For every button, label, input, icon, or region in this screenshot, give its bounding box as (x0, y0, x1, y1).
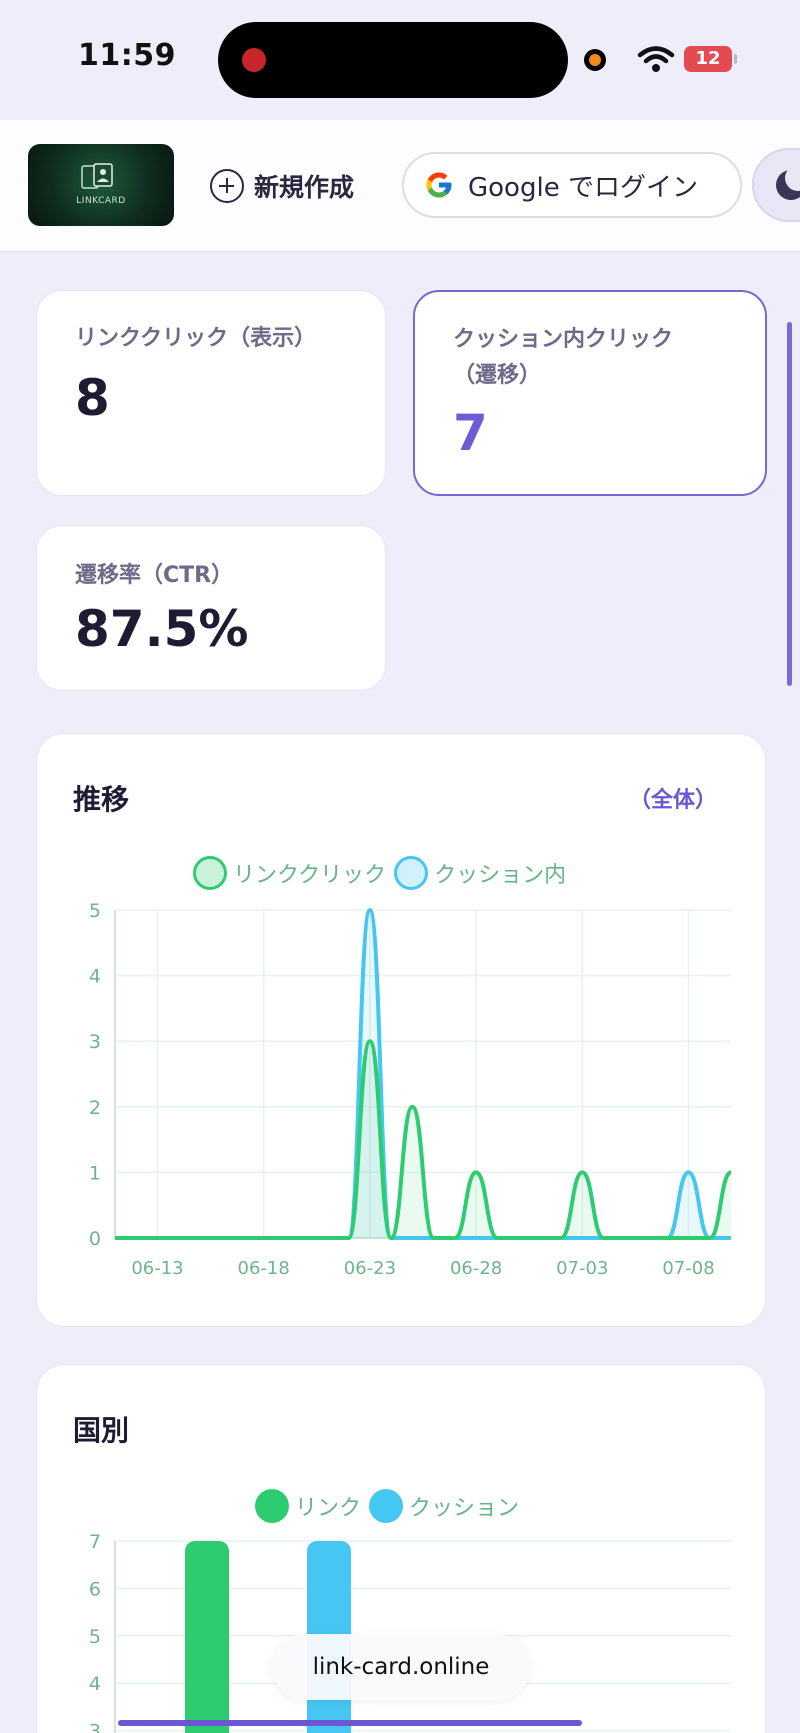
series-area-0 (115, 1041, 731, 1238)
y-tick-label: 6 (89, 1578, 101, 1600)
google-icon (426, 172, 452, 198)
new-create-label: 新規作成 (254, 173, 355, 202)
status-bar: 11:59 12 (0, 0, 800, 120)
google-login-label: Google でログイン (468, 172, 698, 203)
wifi-icon (637, 46, 675, 72)
cushion-clicks-label: クッション内クリック (453, 327, 674, 352)
x-tick-label: 06-28 (450, 1258, 502, 1279)
cushion-clicks-value: 7 (453, 404, 488, 462)
y-tick-label: 4 (89, 1673, 101, 1695)
y-tick-label: 0 (89, 1228, 101, 1250)
ctr-card: 遷移率（CTR） 87.5% (36, 525, 386, 691)
google-login-button[interactable]: Google でログイン (402, 152, 742, 218)
trend-chart-card: 推移 （全体） リンククリック クッション内 0 1 2 3 4 5 06-13 06-18 0… (36, 733, 766, 1327)
x-tick-label: 07-03 (556, 1258, 608, 1279)
x-tick-label: 06-13 (131, 1258, 183, 1279)
y-tick-label: 3 (89, 1721, 101, 1733)
x-tick-label: 06-23 (344, 1258, 396, 1279)
link-clicks-value: 8 (75, 369, 110, 427)
y-tick-label: 5 (89, 1626, 101, 1648)
url-bar[interactable]: link-card.online (272, 1634, 530, 1700)
scrollbar[interactable] (787, 322, 792, 686)
linkcard-logo[interactable]: LINKCARD (28, 144, 174, 226)
x-tick-label: 06-18 (238, 1258, 290, 1279)
ctr-label: 遷移率（CTR） (75, 563, 234, 588)
moon-icon (776, 165, 800, 200)
y-tick-label: 4 (89, 966, 101, 988)
ctr-value: 87.5% (75, 600, 249, 658)
y-tick-label: 2 (89, 1097, 101, 1119)
theme-toggle-button[interactable] (752, 148, 800, 222)
status-time: 11:59 (78, 38, 176, 73)
trend-line-chart: 0 1 2 3 4 5 06-13 06-18 06-23 06-28 07-03 07-08 (89, 900, 733, 1279)
new-create-button[interactable]: 新規作成 (210, 164, 354, 208)
x-tick-label: 07-08 (662, 1258, 714, 1279)
cards-logo-icon (81, 163, 113, 189)
y-tick-label: 7 (89, 1531, 101, 1553)
cushion-clicks-sublabel: （遷移） (453, 363, 542, 388)
dynamic-island (218, 22, 568, 98)
bar-0 (185, 1541, 229, 1733)
y-tick-label: 3 (89, 1031, 101, 1053)
cushion-clicks-card: クッション内クリック （遷移） 7 (413, 290, 767, 496)
logo-text: LINKCARD (76, 196, 126, 206)
y-tick-label: 1 (89, 1162, 101, 1184)
plus-circle-icon (210, 169, 244, 203)
y-tick-label: 5 (89, 900, 101, 922)
battery-icon: 12 (684, 46, 737, 72)
app-header: LINKCARD 新規作成 Google でログイン (0, 120, 800, 252)
link-clicks-label: リンククリック（表示） (75, 326, 317, 351)
recording-indicator-icon (242, 48, 266, 72)
link-clicks-card: リンククリック（表示） 8 (36, 290, 386, 496)
home-indicator[interactable] (118, 1720, 582, 1726)
camera-in-use-icon (584, 49, 606, 71)
battery-level: 12 (695, 48, 721, 69)
